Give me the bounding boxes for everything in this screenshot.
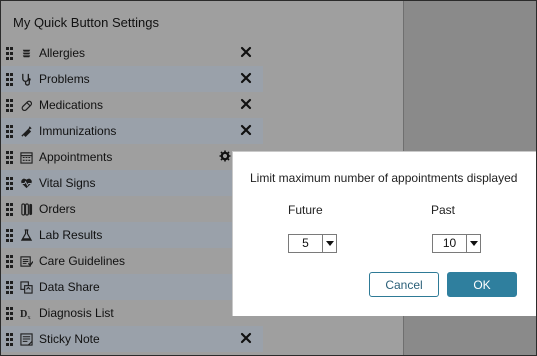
syringe-icon (19, 124, 33, 138)
gear-icon[interactable] (219, 150, 231, 162)
appointments-limit-popup: Limit maximum number of appointments dis… (232, 151, 536, 316)
list-item-data-share[interactable]: Data Share (1, 274, 263, 300)
drag-handle-icon[interactable] (6, 45, 14, 61)
list-item-appointments[interactable]: Appointments (1, 144, 263, 170)
list-item-label: Problems (39, 72, 90, 86)
pill-icon (19, 98, 33, 112)
drag-handle-icon[interactable] (6, 305, 14, 321)
list-item-allergies[interactable]: Allergies (1, 40, 263, 66)
list-item-label: Data Share (39, 280, 100, 294)
cancel-button[interactable]: Cancel (369, 272, 439, 297)
chevron-down-icon[interactable] (322, 235, 336, 252)
list-item-label: Orders (39, 202, 76, 216)
list-item-lab-results[interactable]: Lab Results (1, 222, 263, 248)
svg-text:x: x (27, 314, 31, 320)
list-item-diagnosis-list[interactable]: Dx Diagnosis List (1, 300, 263, 326)
list-item-label: Lab Results (39, 228, 103, 242)
future-select-value: 5 (302, 236, 309, 250)
drag-handle-icon[interactable] (6, 71, 14, 87)
drag-handle-icon[interactable] (6, 175, 14, 191)
past-select-value: 10 (442, 236, 457, 250)
drag-handle-icon[interactable] (6, 201, 14, 217)
list-item-label: Diagnosis List (39, 306, 114, 320)
list-item-vital-signs[interactable]: Vital Signs (1, 170, 263, 196)
list-item-label: Immunizations (39, 124, 117, 138)
remove-icon[interactable] (240, 332, 252, 344)
drag-handle-icon[interactable] (6, 253, 14, 269)
flask-icon (19, 228, 33, 242)
window-frame: My Quick Button Settings Allergies Probl… (0, 0, 537, 356)
drag-handle-icon[interactable] (6, 279, 14, 295)
remove-icon[interactable] (240, 46, 252, 58)
list-item-label: Care Guidelines (39, 254, 126, 268)
drag-handle-icon[interactable] (6, 331, 14, 347)
drag-handle-icon[interactable] (6, 149, 14, 165)
panel-title: My Quick Button Settings (13, 15, 159, 30)
list-item-label: Vital Signs (39, 176, 96, 190)
sticky-note-icon (19, 332, 33, 346)
quick-button-list: Allergies Problems Medications Immunizat… (1, 40, 263, 352)
heart-pulse-icon (19, 176, 33, 190)
stethoscope-icon (19, 72, 33, 86)
list-item-problems[interactable]: Problems (1, 66, 263, 92)
list-item-orders[interactable]: Orders (1, 196, 263, 222)
list-item-immunizations[interactable]: Immunizations (1, 118, 263, 144)
drag-handle-icon[interactable] (6, 123, 14, 139)
popup-title: Limit maximum number of appointments dis… (250, 171, 518, 185)
remove-icon[interactable] (240, 124, 252, 136)
drag-handle-icon[interactable] (6, 227, 14, 243)
list-item-care-guidelines[interactable]: Care Guidelines (1, 248, 263, 274)
future-label: Future (288, 203, 323, 217)
svg-text:D: D (20, 309, 27, 320)
past-label: Past (431, 203, 456, 217)
allergies-icon (19, 46, 33, 60)
list-item-medications[interactable]: Medications (1, 92, 263, 118)
test-tubes-icon (19, 202, 33, 216)
future-select[interactable]: 5 (288, 234, 337, 253)
dx-icon: Dx (19, 306, 33, 320)
calendar-icon (19, 150, 33, 164)
drag-handle-icon[interactable] (6, 97, 14, 113)
past-select[interactable]: 10 (432, 234, 481, 253)
data-share-icon (19, 280, 33, 294)
list-item-label: Allergies (39, 46, 86, 60)
list-item-label: Medications (39, 98, 104, 112)
chevron-down-icon[interactable] (466, 235, 480, 252)
remove-icon[interactable] (240, 98, 252, 110)
care-guidelines-icon (19, 254, 33, 268)
remove-icon[interactable] (240, 72, 252, 84)
list-item-label: Appointments (39, 150, 113, 164)
list-item-sticky-note[interactable]: Sticky Note (1, 326, 263, 352)
ok-button[interactable]: OK (447, 272, 517, 297)
list-item-label: Sticky Note (39, 332, 100, 346)
